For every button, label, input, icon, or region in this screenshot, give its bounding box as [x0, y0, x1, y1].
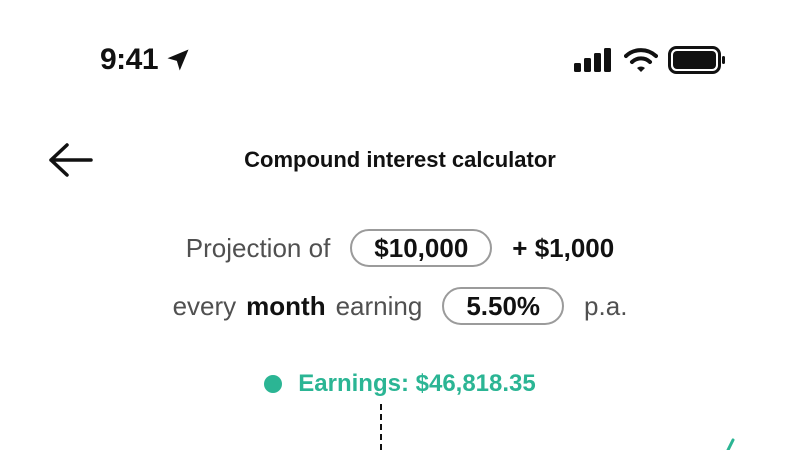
- earnings-legend: Earnings: $46,818.35: [0, 366, 800, 402]
- cellular-signal-icon: [574, 48, 611, 72]
- chart-marker-line[interactable]: [380, 404, 382, 450]
- projection-line-2: every month earning 5.50% p.a.: [0, 284, 800, 328]
- projection-line-1: Projection of $10,000 + $1,000: [0, 226, 800, 270]
- every-label: every: [172, 290, 237, 321]
- per-annum-label: p.a.: [584, 290, 628, 321]
- page-title: Compound interest calculator: [244, 147, 556, 172]
- earning-label: earning: [335, 290, 423, 321]
- interest-rate-pill[interactable]: 5.50%: [442, 287, 565, 325]
- wifi-icon: [624, 48, 658, 72]
- battery-icon: [668, 46, 725, 74]
- earnings-value: Earnings: $46,818.35: [298, 370, 536, 397]
- projection-prefix: Projection of: [185, 232, 331, 263]
- chart-line-fragment: [726, 438, 735, 450]
- earnings-dot-icon: [264, 375, 283, 393]
- location-arrow-icon: [167, 49, 189, 71]
- compound-interest-screen: 9:41 Compound interest calculator Projec…: [0, 0, 800, 450]
- frequency-selector[interactable]: month: [246, 291, 325, 322]
- initial-amount-pill[interactable]: $10,000: [350, 229, 493, 267]
- clock-time: 9:41: [100, 43, 159, 76]
- status-bar-time: 9:41: [100, 38, 192, 82]
- status-bar-icons: [574, 44, 728, 76]
- contribution-amount[interactable]: + $1,000: [512, 233, 614, 264]
